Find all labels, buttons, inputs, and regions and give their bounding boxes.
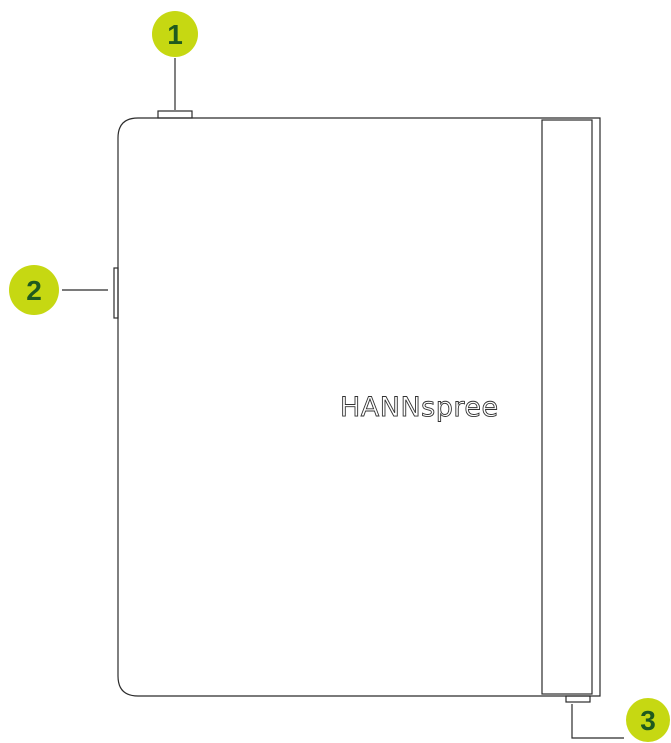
device-side-view-diagram: HANNspree 1 2 3 (9, 11, 670, 742)
callout-badge-2: 2 (9, 265, 59, 315)
callout-badge-3: 3 (626, 698, 670, 742)
leader-line-3 (571, 704, 624, 739)
callout-badge-1: 1 (152, 11, 198, 57)
side-button (113, 267, 119, 319)
bottom-foot (565, 695, 591, 703)
top-button (157, 110, 193, 119)
brand-logo: HANNspree (340, 392, 499, 423)
rear-panel (541, 119, 593, 695)
callout-number-1: 1 (167, 19, 183, 50)
callout-number-3: 3 (640, 705, 656, 736)
callout-number-2: 2 (26, 275, 42, 306)
